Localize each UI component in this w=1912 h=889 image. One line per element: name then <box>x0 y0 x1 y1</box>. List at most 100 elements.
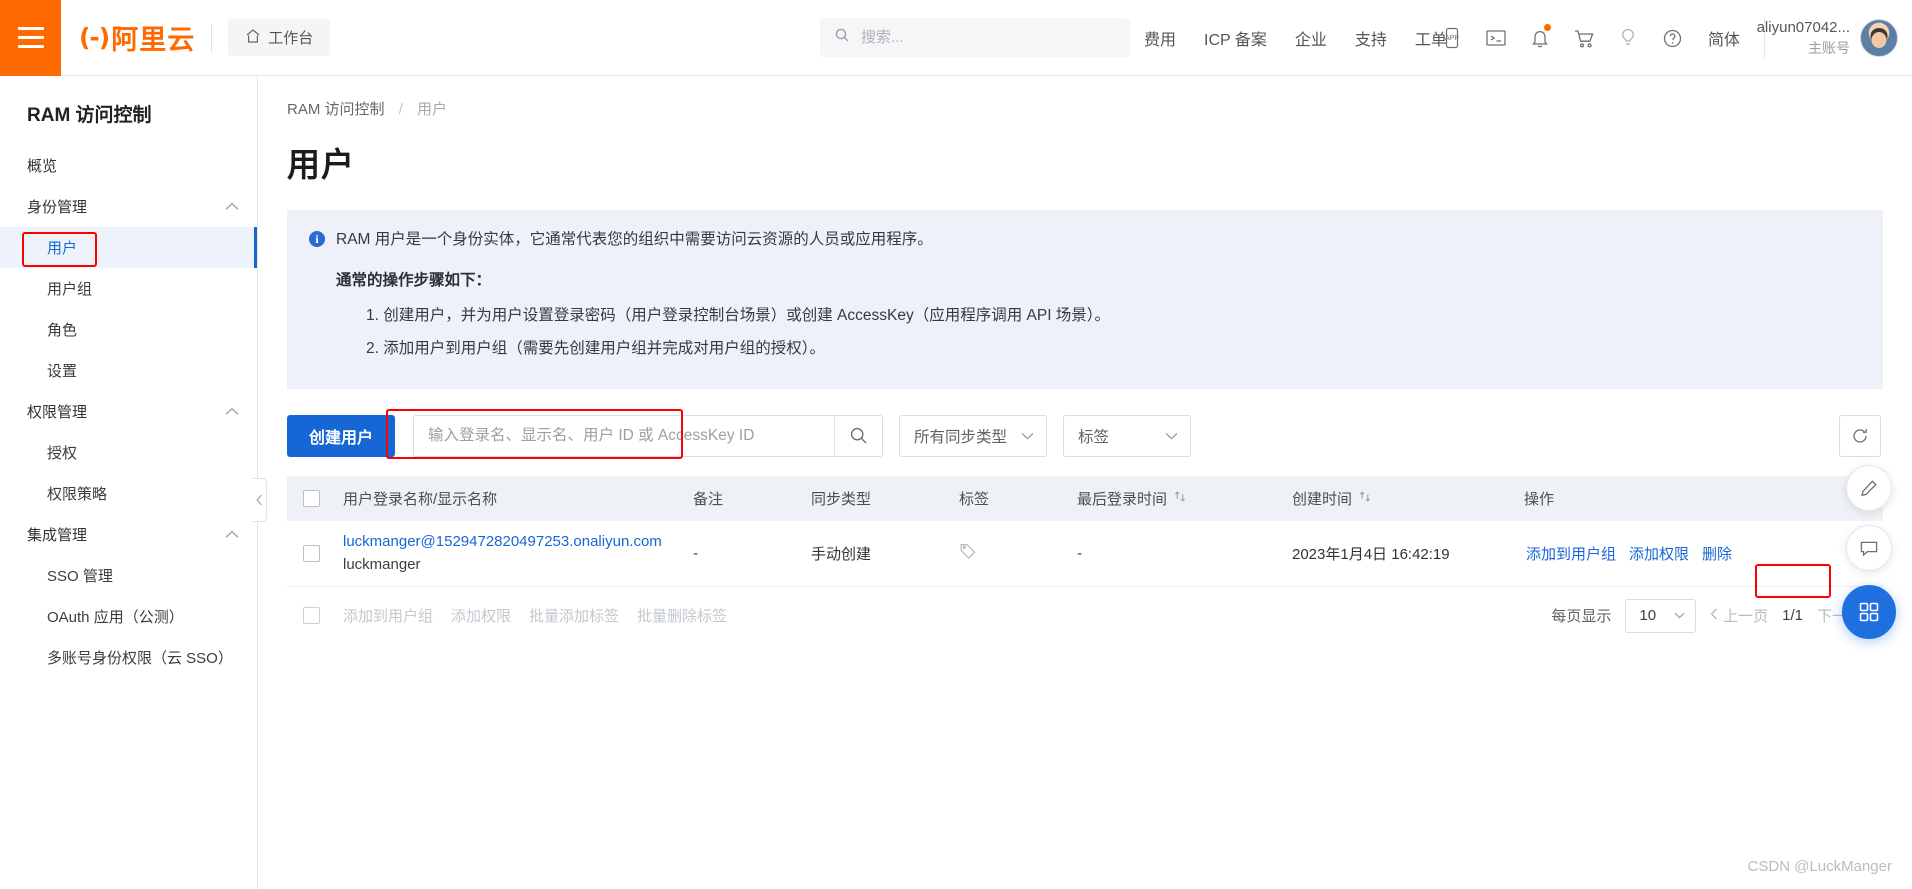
header-divider <box>211 23 213 52</box>
apps-icon[interactable] <box>1842 585 1896 639</box>
header-nav: 费用 ICP 备案 企业 支持 工单 <box>1130 0 1461 76</box>
sidebar-item-label: SSO 管理 <box>47 568 113 585</box>
account-menu[interactable]: aliyun07042... 主账号 <box>1757 0 1898 76</box>
main-content: RAM 访问控制 / 用户 用户 i RAM 用户是一个身份实体，它通常代表您的… <box>258 76 1912 889</box>
notification-badge <box>1544 24 1551 31</box>
select-all-checkbox[interactable] <box>287 489 335 507</box>
chevron-left-icon <box>1710 607 1718 624</box>
batch-add-to-group[interactable]: 添加到用户组 <box>343 605 433 626</box>
nav-item-fee[interactable]: 费用 <box>1130 26 1190 50</box>
chevron-up-icon <box>225 528 239 542</box>
prev-page-label: 上一页 <box>1723 608 1769 626</box>
refresh-button[interactable] <box>1839 414 1881 457</box>
workbench-button[interactable]: 工作台 <box>228 19 331 56</box>
row-tag[interactable] <box>951 542 1069 564</box>
language-switch[interactable]: 简体 <box>1694 26 1754 50</box>
prev-page-button[interactable]: 上一页 <box>1710 605 1768 626</box>
chevron-down-icon <box>1165 429 1178 443</box>
batch-remove-tags[interactable]: 批量删除标签 <box>637 605 727 626</box>
notice-step: 1. 创建用户，并为用户设置登录密码（用户登录控制台场景）或创建 AccessK… <box>366 307 1111 325</box>
pagination: 每页显示 10 上一页 1/1 下一页 <box>1551 587 1875 645</box>
row-sync-type: 手动创建 <box>811 545 872 563</box>
create-user-button[interactable]: 创建用户 <box>287 414 396 457</box>
app-icon[interactable]: APP <box>1430 0 1474 76</box>
sidebar-item-settings[interactable]: 设置 <box>0 350 257 391</box>
search-icon[interactable] <box>834 415 883 456</box>
tag-filter[interactable]: 标签 <box>1063 414 1192 457</box>
sync-type-filter-label: 所有同步类型 <box>914 428 1008 446</box>
help-icon[interactable] <box>1650 0 1694 76</box>
sidebar-item-oauth-apps[interactable]: OAuth 应用（公测） <box>0 596 257 637</box>
sidebar-item-roles[interactable]: 角色 <box>0 309 257 350</box>
watermark: CSDN @LuckManger <box>1747 858 1892 875</box>
account-role: 主账号 <box>1808 39 1850 56</box>
breadcrumb-root[interactable]: RAM 访问控制 <box>287 101 385 118</box>
chevron-up-icon <box>225 405 239 419</box>
column-header-created[interactable]: 创建时间 <box>1284 488 1516 509</box>
logo-text: 阿里云 <box>111 25 196 55</box>
global-search[interactable] <box>820 18 1130 57</box>
row-checkbox[interactable] <box>287 544 335 562</box>
sidebar-group-permissions[interactable]: 权限管理 <box>0 391 257 432</box>
nav-item-support[interactable]: 支持 <box>1341 26 1401 50</box>
search-icon <box>834 27 850 48</box>
nav-item-enterprise[interactable]: 企业 <box>1281 26 1341 50</box>
batch-actions: 添加到用户组 添加权限 批量添加标签 批量删除标签 <box>335 605 727 626</box>
sort-icon[interactable] <box>1359 490 1371 506</box>
sync-type-filter[interactable]: 所有同步类型 <box>899 414 1048 457</box>
op-add-to-group[interactable]: 添加到用户组 <box>1524 543 1618 564</box>
hamburger-icon[interactable] <box>0 0 61 76</box>
op-delete[interactable]: 删除 <box>1700 543 1734 564</box>
chevron-down-icon <box>1674 610 1685 622</box>
sidebar-group-label: 身份管理 <box>27 199 88 216</box>
op-add-permission[interactable]: 添加权限 <box>1627 543 1691 564</box>
row-note: - <box>693 544 698 562</box>
breadcrumb-current: 用户 <box>417 101 448 118</box>
edit-icon[interactable] <box>1846 465 1892 511</box>
sidebar-item-grants[interactable]: 授权 <box>0 432 257 473</box>
column-header-sync: 同步类型 <box>811 490 872 508</box>
sidebar-group-label: 集成管理 <box>27 527 88 544</box>
bulb-icon[interactable] <box>1606 0 1650 76</box>
sidebar-item-users[interactable]: 用户 <box>0 227 257 268</box>
nav-item-icp[interactable]: ICP 备案 <box>1190 26 1281 50</box>
sidebar-collapse-handle[interactable] <box>252 478 267 522</box>
sidebar-item-label: 设置 <box>47 363 78 380</box>
sidebar-group-integration[interactable]: 集成管理 <box>0 514 257 555</box>
header-icon-group: APP 简体 <box>1430 0 1766 76</box>
account-text: aliyun07042... 主账号 <box>1757 18 1850 57</box>
column-header-last-login[interactable]: 最后登录时间 <box>1069 488 1284 509</box>
user-login-name-link[interactable]: luckmanger@1529472820497253.onaliyun.com <box>343 533 662 550</box>
sidebar-group-identity[interactable]: 身份管理 <box>0 186 257 227</box>
logo-mark-icon: (-) <box>79 23 110 52</box>
batch-add-tags[interactable]: 批量添加标签 <box>529 605 619 626</box>
global-search-input[interactable] <box>859 28 1116 47</box>
sort-icon[interactable] <box>1174 490 1186 506</box>
sidebar-item-label: 多账号身份权限（云 SSO） <box>47 650 233 667</box>
batch-select-all-checkbox[interactable] <box>287 607 335 625</box>
user-search[interactable] <box>413 414 884 457</box>
notice-line-1: RAM 用户是一个身份实体，它通常代表您的组织中需要访问云资源的人员或应用程序。 <box>336 231 933 248</box>
feedback-icon[interactable] <box>1846 525 1892 571</box>
page-size-value: 10 <box>1639 607 1657 625</box>
sidebar-item-label: 用户 <box>47 240 78 257</box>
sidebar-item-sso[interactable]: SSO 管理 <box>0 555 257 596</box>
user-display-name: luckmanger <box>343 556 421 574</box>
sidebar-item-label: 用户组 <box>47 281 93 298</box>
terminal-icon[interactable] <box>1474 0 1518 76</box>
sidebar-item-overview[interactable]: 概览 <box>0 145 257 186</box>
column-header-last-login-label: 最后登录时间 <box>1077 490 1168 508</box>
sidebar-item-multi-account-sso[interactable]: 多账号身份权限（云 SSO） <box>0 637 257 678</box>
bell-icon[interactable] <box>1518 0 1562 76</box>
top-header: (-) 阿里云 工作台 费用 ICP 备案 企业 支持 <box>0 0 1912 76</box>
cart-icon[interactable] <box>1562 0 1606 76</box>
page-size-select[interactable]: 10 <box>1625 598 1697 633</box>
sidebar-item-user-groups[interactable]: 用户组 <box>0 268 257 309</box>
avatar[interactable] <box>1860 19 1898 57</box>
batch-add-permission[interactable]: 添加权限 <box>451 605 511 626</box>
aliyun-logo[interactable]: (-) 阿里云 <box>79 18 195 57</box>
user-search-input[interactable] <box>414 415 835 456</box>
sidebar-item-label: 授权 <box>47 445 78 462</box>
tag-icon[interactable] <box>959 542 977 564</box>
sidebar-item-policies[interactable]: 权限策略 <box>0 473 257 514</box>
